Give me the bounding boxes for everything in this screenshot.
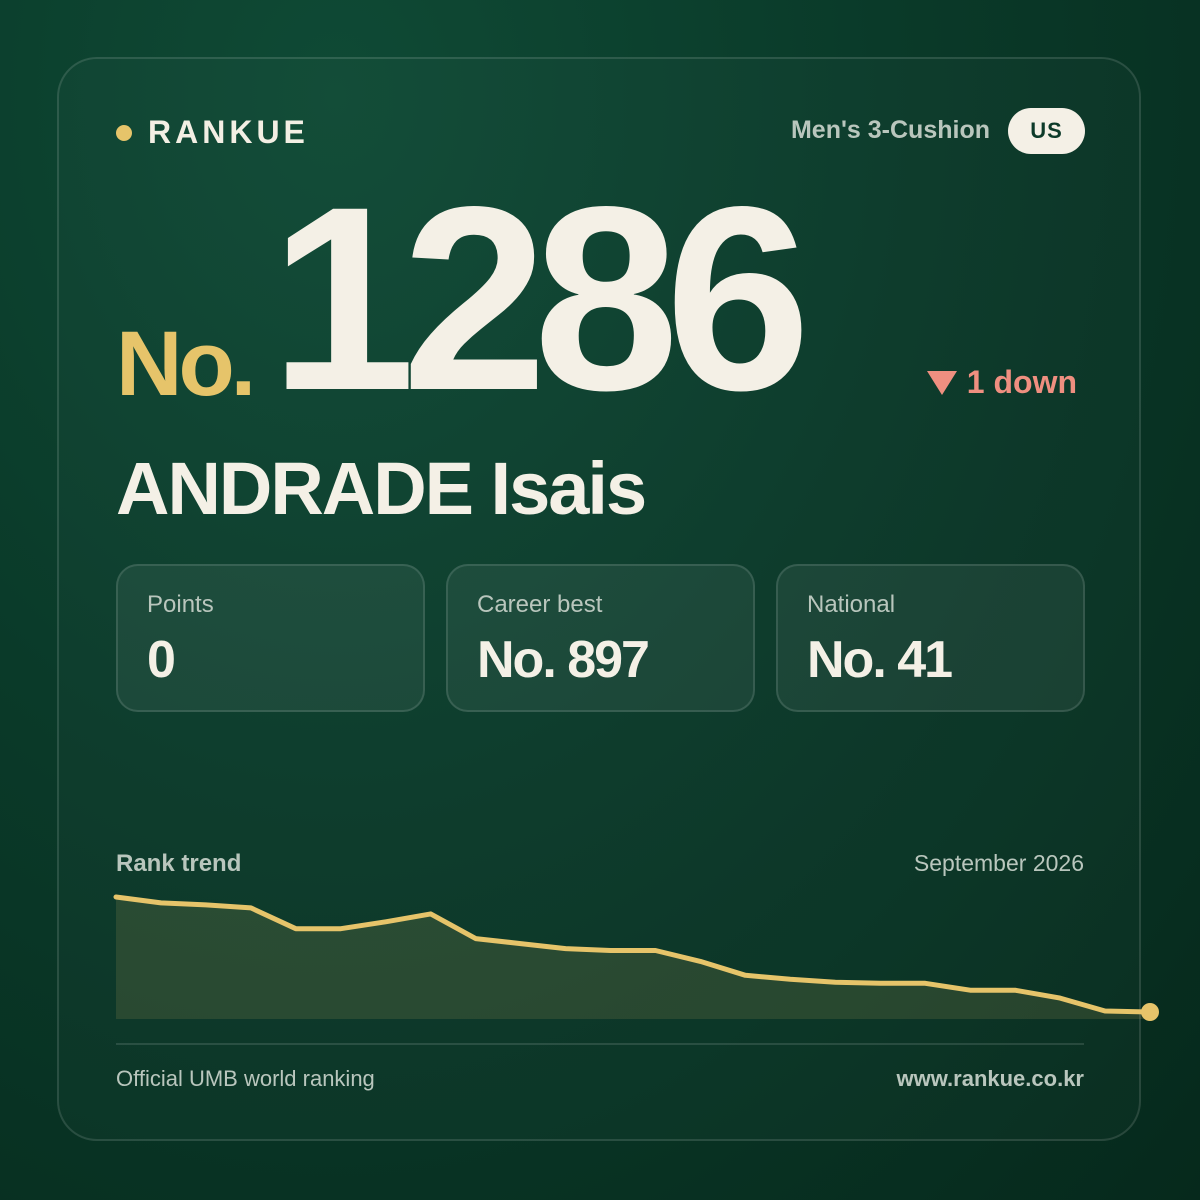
source-note: Official UMB world ranking [116,1066,375,1091]
website-link[interactable]: www.rankue.co.kr [897,1066,1084,1092]
rank-trend-chart [113,894,1159,1021]
footer-divider [116,1043,1084,1045]
trend-current-point [1141,1003,1159,1021]
